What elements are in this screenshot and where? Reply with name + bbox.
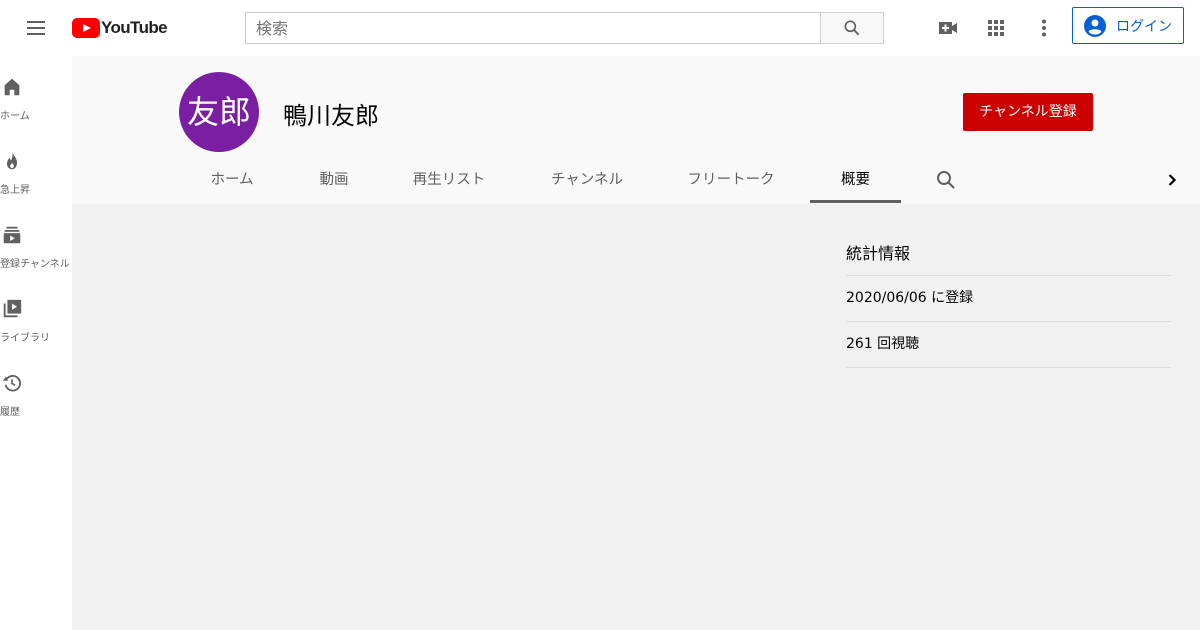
tab-channels[interactable]: チャンネル [534,156,640,204]
subscriptions-icon [3,226,21,244]
signin-button[interactable]: ログイン [1072,7,1184,44]
search-icon[interactable] [934,168,958,192]
create-video-icon[interactable] [936,16,960,40]
channel-avatar: 友郎 [179,72,259,152]
trending-icon [6,151,18,170]
sidebar-item-label: 登録チャンネル [0,259,70,270]
more-options-icon[interactable] [1032,16,1056,40]
sidebar-item-label: ホーム [0,111,30,122]
channel-header: 友郎 鴨川友郎 チャンネル登録 ホーム 動画 再生リスト チャンネル フリートー… [72,56,1200,204]
stats-title: 統計情報 [846,240,1171,276]
library-icon [3,299,22,318]
sidebar-item-label: ライブラリ [0,333,50,344]
search-icon [844,20,860,36]
logo-text: YouTube [101,18,168,37]
channel-tabs: ホーム 動画 再生リスト チャンネル フリートーク 概要 [72,156,1200,204]
subscribe-button[interactable]: チャンネル登録 [963,93,1093,131]
sidebar-item-subscriptions[interactable]: 登録チャンネル [0,204,72,278]
search-input[interactable] [245,12,820,44]
stats-panel: 統計情報 2020/06/06 に登録 261 回視聴 [846,240,1171,368]
view-count: 261 回視聴 [846,322,1171,368]
home-icon [4,78,20,96]
channel-name: 鴨川友郎 [283,102,379,130]
sidebar: ホーム 急上昇 登録チャンネル ライブラリ 履歴 [0,56,72,630]
sidebar-item-history[interactable]: 履歴 [0,352,72,426]
tab-playlists[interactable]: 再生リスト [396,156,502,204]
chevron-right-icon[interactable] [1160,168,1184,192]
history-icon [2,374,21,392]
tab-home[interactable]: ホーム [192,156,272,204]
main-content: 友郎 鴨川友郎 チャンネル登録 ホーム 動画 再生リスト チャンネル フリートー… [72,56,1200,630]
sidebar-item-label: 急上昇 [0,185,30,196]
account-circle-icon [1084,14,1106,37]
tab-about[interactable]: 概要 [810,156,901,204]
youtube-logo[interactable]: YouTube [72,17,168,39]
signin-label: ログイン [1116,18,1172,35]
sidebar-item-home[interactable]: ホーム [0,56,72,130]
sidebar-item-trending[interactable]: 急上昇 [0,130,72,204]
apps-grid-icon[interactable] [984,16,1008,40]
sidebar-item-label: 履歴 [0,407,20,418]
tab-discussion[interactable]: フリートーク [672,156,790,204]
menu-icon[interactable] [24,16,48,40]
tab-videos[interactable]: 動画 [304,156,364,204]
top-bar: YouTube ログイン [0,0,1200,56]
youtube-play-icon [72,18,100,38]
search-bar [245,12,884,44]
sidebar-item-library[interactable]: ライブラリ [0,278,72,352]
search-button[interactable] [820,12,884,44]
joined-date: 2020/06/06 に登録 [846,276,1171,322]
